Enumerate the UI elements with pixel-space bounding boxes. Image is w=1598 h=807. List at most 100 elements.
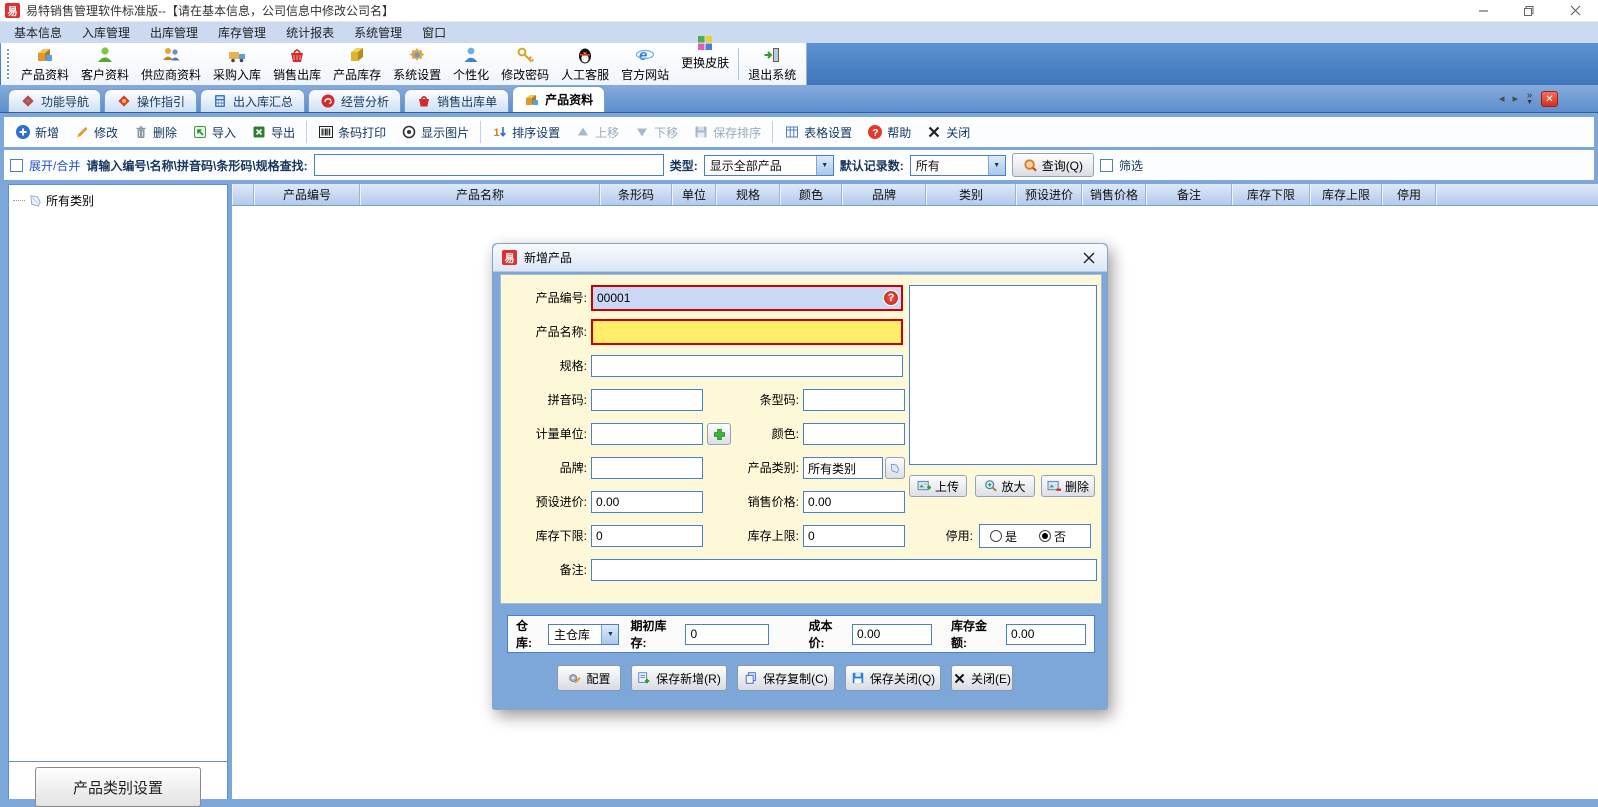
toolbar-customer-service[interactable]: 人工客服: [555, 44, 615, 84]
column-header[interactable]: 销售价格: [1082, 184, 1146, 205]
toolbar-sales-out[interactable]: 销售出库: [267, 44, 327, 84]
move-up-button[interactable]: 上移: [568, 124, 626, 141]
tab-list-icon[interactable]: »▼: [1526, 92, 1533, 106]
column-header[interactable]: 库存下限: [1232, 184, 1310, 205]
save-close-button[interactable]: 保存关闭(Q): [845, 665, 941, 691]
query-button[interactable]: 查询(Q): [1012, 153, 1094, 177]
tab-operation-guide[interactable]: 操作指引: [104, 89, 197, 112]
product-code-input[interactable]: [593, 291, 883, 305]
scroll-left-icon[interactable]: ◂: [1499, 94, 1505, 105]
barcode-print-button[interactable]: 条码打印: [311, 124, 393, 141]
toolbar-system-settings[interactable]: 系统设置: [387, 44, 447, 84]
toolbar-product-stock[interactable]: 产品库存: [327, 44, 387, 84]
column-header[interactable]: 单位: [672, 184, 716, 205]
column-header[interactable]: 库存上限: [1310, 184, 1382, 205]
sale-price-input[interactable]: [803, 491, 905, 513]
column-header[interactable]: 备注: [1146, 184, 1232, 205]
toolbar-supplier-data[interactable]: 供应商资料: [135, 44, 207, 84]
product-image-preview[interactable]: [909, 285, 1097, 465]
tab-function-nav[interactable]: 功能导航: [8, 89, 101, 112]
upload-image-button[interactable]: 上传: [909, 475, 967, 497]
config-button[interactable]: 配置: [557, 665, 621, 691]
show-image-button[interactable]: 显示图片: [394, 124, 476, 141]
pick-category-button[interactable]: [885, 457, 905, 479]
pinyin-input[interactable]: [591, 389, 703, 411]
menu-outbound[interactable]: 出库管理: [140, 24, 208, 41]
dialog-close-icon[interactable]: [1080, 249, 1098, 267]
column-header[interactable]: 产品名称: [360, 184, 600, 205]
menu-inventory[interactable]: 库存管理: [208, 24, 276, 41]
save-new-button[interactable]: 保存新增(R): [631, 665, 727, 691]
toolbar-official-website[interactable]: e 官方网站: [615, 44, 675, 84]
scroll-right-icon[interactable]: ▸: [1513, 94, 1519, 105]
menu-inbound[interactable]: 入库管理: [72, 24, 140, 41]
sort-settings-button[interactable]: 1 排序设置: [485, 124, 567, 141]
toolbar-grip[interactable]: [7, 49, 10, 79]
toolbar-purchase-in[interactable]: 采购入库: [207, 44, 267, 84]
edit-button[interactable]: 修改: [67, 124, 125, 141]
expand-checkbox[interactable]: [10, 159, 23, 172]
barcode-input[interactable]: [803, 389, 905, 411]
brand-input[interactable]: [591, 457, 703, 479]
tab-sales-order[interactable]: 销售出库单: [404, 89, 509, 112]
stock-amount-input[interactable]: [1006, 624, 1086, 645]
disable-yes-option[interactable]: 是: [990, 528, 1017, 545]
color-input[interactable]: [803, 423, 905, 445]
menu-system[interactable]: 系统管理: [344, 24, 412, 41]
dialog-close-button[interactable]: 关闭(E): [951, 665, 1013, 691]
records-select[interactable]: 所有 ▼: [910, 155, 1006, 176]
close-window-icon[interactable]: [1552, 0, 1598, 21]
tab-product-data[interactable]: 产品资料: [512, 86, 605, 112]
restore-icon[interactable]: [1506, 0, 1552, 21]
column-header[interactable]: 颜色: [780, 184, 842, 205]
minimize-icon[interactable]: [1460, 0, 1506, 21]
category-input[interactable]: [803, 457, 883, 479]
column-header[interactable]: 停用: [1382, 184, 1436, 205]
product-name-input[interactable]: [593, 321, 901, 343]
toolbar-change-password[interactable]: 修改密码: [495, 44, 555, 84]
move-down-button[interactable]: 下移: [627, 124, 685, 141]
filter-checkbox[interactable]: [1100, 159, 1113, 172]
stock-max-input[interactable]: [803, 525, 905, 547]
delete-button[interactable]: 删除: [126, 124, 184, 141]
toolbar-exit-system[interactable]: 退出系统: [742, 44, 802, 84]
warehouse-select[interactable]: 主仓库 ▼: [548, 624, 619, 645]
column-header[interactable]: 品牌: [842, 184, 926, 205]
column-header[interactable]: 预设进价: [1016, 184, 1082, 205]
toolbar-customer-data[interactable]: 客户资料: [75, 44, 135, 84]
toolbar-product-data[interactable]: 产品资料: [15, 44, 75, 84]
column-header[interactable]: 条形码: [600, 184, 672, 205]
code-help-icon[interactable]: ?: [883, 290, 899, 306]
help-button[interactable]: ? 帮助: [860, 124, 918, 141]
menu-basic-info[interactable]: 基本信息: [4, 24, 72, 41]
tab-business-analysis[interactable]: 经营分析: [308, 89, 401, 112]
expand-toggle-link[interactable]: 展开/合并: [29, 157, 80, 174]
search-input[interactable]: [314, 154, 664, 176]
remark-input[interactable]: [591, 559, 1097, 581]
delete-image-button[interactable]: 删除: [1041, 475, 1095, 497]
export-button[interactable]: 导出: [244, 124, 302, 141]
save-copy-button[interactable]: 保存复制(C): [737, 665, 835, 691]
column-header[interactable]: 类别: [926, 184, 1016, 205]
spec-input[interactable]: [591, 355, 903, 377]
purchase-price-input[interactable]: [591, 491, 703, 513]
cost-price-input[interactable]: [852, 624, 932, 645]
menu-reports[interactable]: 统计报表: [276, 24, 344, 41]
disable-no-option[interactable]: 否: [1039, 528, 1066, 545]
type-select[interactable]: 显示全部产品 ▼: [704, 155, 834, 176]
add-button[interactable]: 新增: [8, 124, 66, 141]
column-header[interactable]: 产品编号: [254, 184, 360, 205]
tree-node-all-categories[interactable]: 所有类别: [13, 192, 223, 209]
unit-input[interactable]: [591, 423, 703, 445]
close-tab-icon[interactable]: ✕: [1541, 91, 1558, 107]
save-sort-button[interactable]: 保存排序: [686, 124, 768, 141]
close-tab-button[interactable]: 关闭: [919, 124, 977, 141]
zoom-image-button[interactable]: 放大: [975, 475, 1035, 497]
import-button[interactable]: 导入: [185, 124, 243, 141]
category-settings-button[interactable]: 产品类别设置: [35, 767, 201, 807]
toolbar-personalization[interactable]: 个性化: [447, 44, 495, 84]
tab-inout-summary[interactable]: 出入库汇总: [200, 89, 305, 112]
menu-window[interactable]: 窗口: [412, 24, 456, 41]
table-settings-button[interactable]: 表格设置: [777, 124, 859, 141]
stock-min-input[interactable]: [591, 525, 703, 547]
